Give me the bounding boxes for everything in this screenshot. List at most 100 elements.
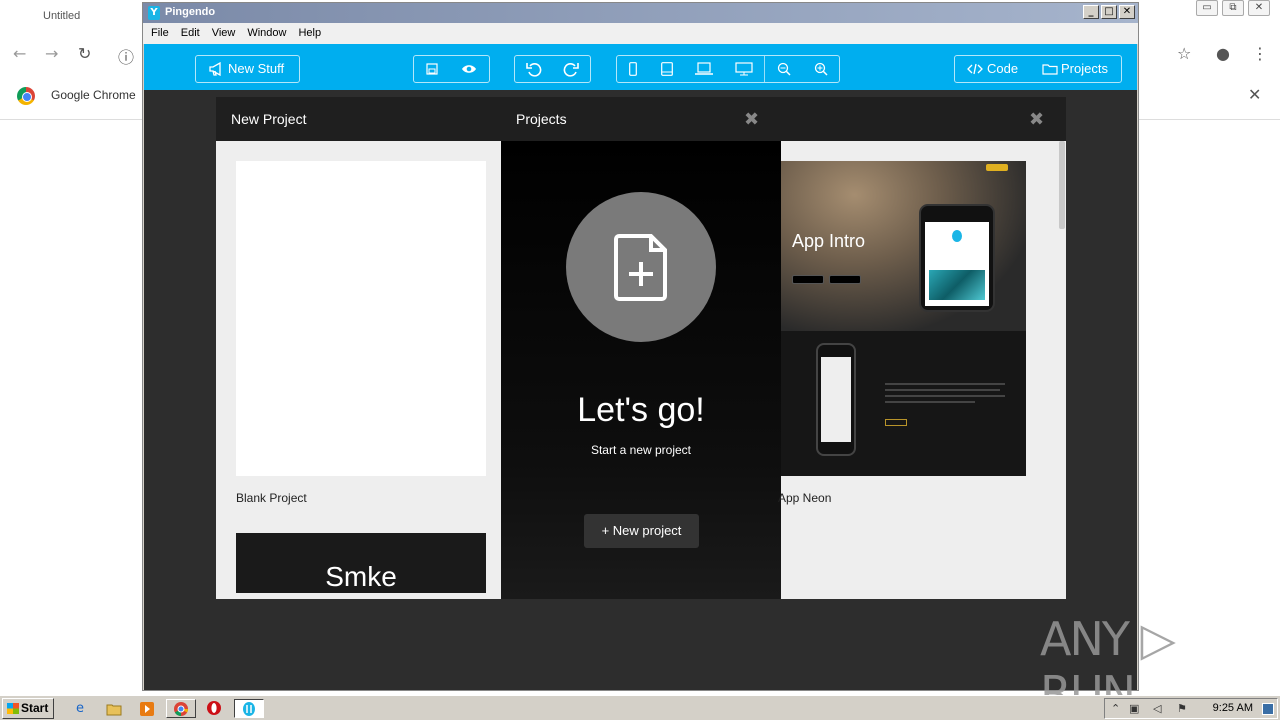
chrome-restore-button[interactable]: ⧉ <box>1222 0 1244 16</box>
projects-button[interactable]: Projects <box>1061 56 1119 82</box>
editor-stage: New Project Projects ✖ ✖ Blank Project S… <box>144 90 1137 690</box>
zoom-in-icon[interactable] <box>810 56 832 82</box>
tablet-icon[interactable] <box>655 56 679 82</box>
maximize-button[interactable]: □ <box>1101 5 1117 19</box>
menu-edit[interactable]: Edit <box>175 23 206 44</box>
explorer-icon[interactable] <box>104 699 124 718</box>
phone-icon[interactable] <box>623 56 643 82</box>
neon-text-line <box>885 389 1000 391</box>
lets-go-subtitle: Start a new project <box>590 443 692 457</box>
modal-scrollbar[interactable] <box>1058 141 1066 599</box>
blank-project-label[interactable]: Blank Project <box>236 491 307 505</box>
back-arrow-icon[interactable]: ← <box>13 44 26 63</box>
tray-expand-icon[interactable]: ⌃ <box>1111 702 1120 715</box>
menu-help[interactable]: Help <box>292 23 327 44</box>
desktop-icon[interactable] <box>731 56 757 82</box>
neon-badge <box>986 164 1008 171</box>
modal-body: Blank Project Smke Let's go! Start a new… <box>216 141 1066 599</box>
viewport-group <box>616 55 840 83</box>
show-desktop-button[interactable] <box>1262 703 1274 715</box>
new-stuff-label: New Stuff <box>228 61 285 76</box>
new-file-icon <box>614 234 667 301</box>
new-project-panel: Let's go! Start a new project + New proj… <box>501 141 781 599</box>
pingendo-app-icon: Y <box>148 6 160 20</box>
pingendo-toolbar: New Stuff Code Projects <box>144 44 1137 90</box>
menu-window[interactable]: Window <box>241 23 292 44</box>
redo-icon[interactable] <box>561 56 581 82</box>
floppy-icon[interactable] <box>422 56 442 82</box>
clock[interactable]: 9:25 AM <box>1213 702 1253 714</box>
media-player-icon[interactable] <box>137 699 157 718</box>
pingendo-window-controls: _ □ ✕ <box>1083 5 1135 19</box>
chrome-tab-title[interactable]: Untitled <box>43 10 80 22</box>
start-label: Start <box>21 701 49 715</box>
ie-icon[interactable]: e <box>70 699 90 718</box>
new-project-button[interactable]: + New project <box>584 514 699 548</box>
save-preview-group <box>413 55 490 83</box>
app-neon-thumbnail[interactable]: App Intro <box>781 161 1026 476</box>
blank-project-thumbnail[interactable] <box>236 161 486 476</box>
toolbar-separator <box>764 56 765 82</box>
chrome-menu-icon[interactable]: ⋮ <box>1252 44 1268 63</box>
phone-screen-image <box>929 270 985 300</box>
projects-modal: New Project Projects ✖ ✖ Blank Project S… <box>216 97 1066 599</box>
smke-template-thumbnail[interactable]: Smke <box>236 533 486 593</box>
code-icon <box>965 56 985 82</box>
neon-preview-title: App Intro <box>792 231 866 251</box>
start-button[interactable]: Start <box>2 698 54 719</box>
google-play-badge <box>792 275 824 284</box>
neon-text-line <box>885 401 975 403</box>
smke-title: Smke <box>325 561 397 592</box>
projects-heading: Projects <box>516 111 567 127</box>
pingendo-title: Pingendo <box>165 6 216 18</box>
zoom-out-icon[interactable] <box>773 56 795 82</box>
reload-icon[interactable]: ↻ <box>78 44 91 63</box>
chrome-close-button[interactable]: ✕ <box>1248 0 1270 16</box>
new-stuff-button[interactable]: New Stuff <box>195 55 300 83</box>
app-neon-label[interactable]: App Neon <box>778 491 831 505</box>
pingendo-icon[interactable] <box>234 699 264 718</box>
windows-taskbar: Start e ⌃ ▣ ◁ ⚑ 9:25 AM <box>0 695 1280 720</box>
undo-redo-group <box>514 55 591 83</box>
pingendo-titlebar: Y Pingendo _ □ ✕ <box>143 3 1138 23</box>
scrollbar-thumb[interactable] <box>1059 141 1065 229</box>
menubar: File Edit View Window Help <box>143 23 1138 44</box>
undo-icon[interactable] <box>524 56 544 82</box>
chrome-window-controls: ▭ ⧉ ✕ <box>1196 0 1270 18</box>
volume-icon[interactable]: ◁ <box>1153 702 1161 715</box>
infobar-close-icon[interactable]: ✕ <box>1248 85 1261 104</box>
action-center-flag-icon[interactable]: ⚑ <box>1177 702 1187 715</box>
close-icon[interactable]: ✖ <box>1029 109 1044 130</box>
chrome-icon[interactable] <box>166 699 196 718</box>
site-info-icon[interactable]: ⓘ <box>118 44 134 68</box>
chrome-minimize-button[interactable]: ▭ <box>1196 0 1218 16</box>
account-icon[interactable]: ● <box>1216 44 1230 63</box>
close-button[interactable]: ✕ <box>1119 5 1135 19</box>
phone-mockup-small <box>816 343 856 456</box>
neon-text-line <box>885 383 1005 385</box>
lets-go-title: Let's go! <box>577 391 705 429</box>
new-project-heading: New Project <box>231 111 307 127</box>
menu-file[interactable]: File <box>145 23 175 44</box>
menu-view[interactable]: View <box>206 23 242 44</box>
opera-icon[interactable] <box>204 699 224 718</box>
forward-arrow-icon[interactable]: → <box>45 44 58 63</box>
pingendo-logo-icon <box>952 230 962 242</box>
phone-mockup <box>919 204 995 312</box>
windows-logo-icon <box>7 703 19 714</box>
eye-icon[interactable] <box>458 56 480 82</box>
bookmark-star-icon[interactable]: ☆ <box>1177 44 1191 63</box>
neon-cta-button <box>885 419 907 426</box>
code-button[interactable]: Code <box>987 56 1023 82</box>
minimize-button[interactable]: _ <box>1083 5 1099 19</box>
laptop-icon[interactable] <box>692 56 716 82</box>
code-projects-group: Code Projects <box>954 55 1122 83</box>
modal-header: New Project Projects ✖ ✖ <box>216 97 1066 141</box>
new-file-circle[interactable] <box>566 192 716 342</box>
network-icon[interactable]: ▣ <box>1129 702 1139 715</box>
app-store-badge <box>829 275 861 284</box>
pingendo-window: Y Pingendo _ □ ✕ File Edit View Window H… <box>142 2 1139 691</box>
megaphone-icon <box>208 56 226 82</box>
neon-text-line <box>885 395 1005 397</box>
close-icon[interactable]: ✖ <box>744 109 759 130</box>
